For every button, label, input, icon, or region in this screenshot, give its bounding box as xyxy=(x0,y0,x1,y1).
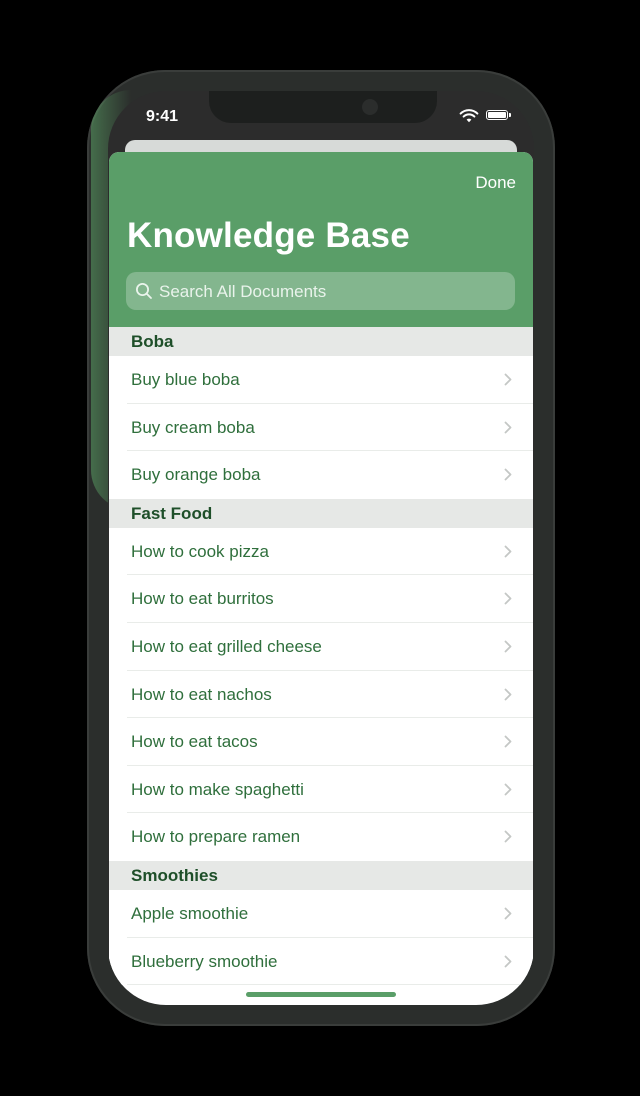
list-item[interactable]: Blueberry smoothie xyxy=(109,937,533,986)
notch xyxy=(209,91,437,123)
chevron-right-icon xyxy=(504,545,512,558)
chevron-right-icon xyxy=(504,830,512,843)
list-item[interactable]: How to eat nachos xyxy=(109,670,533,719)
list-item-label: How to eat burritos xyxy=(131,589,274,609)
list-item-label: Buy orange boba xyxy=(131,465,261,485)
list-item-label: How to prepare ramen xyxy=(131,827,301,847)
phone-frame: 9:41 Done Knowledge Base Search All Docu… xyxy=(87,70,555,1026)
list-item[interactable]: Apple smoothie xyxy=(109,889,533,938)
list-item-label: Apple smoothie xyxy=(131,903,249,923)
list-item[interactable]: How to eat grilled cheese xyxy=(109,622,533,671)
list-item[interactable]: How to eat tacos xyxy=(109,718,533,766)
search-placeholder: Search All Documents xyxy=(159,282,327,301)
list-item-label: How to eat tacos xyxy=(131,732,258,752)
page-title: Knowledge Base xyxy=(127,216,410,255)
list-item-label: How to eat grilled cheese xyxy=(131,636,322,656)
chevron-right-icon xyxy=(504,907,512,920)
chevron-right-icon xyxy=(504,955,512,967)
search-input[interactable]: Search All Documents xyxy=(126,272,515,310)
front-camera xyxy=(362,99,378,115)
chevron-right-icon xyxy=(504,688,512,700)
list-item-label: How to eat nachos xyxy=(131,684,272,704)
home-indicator[interactable] xyxy=(246,992,396,997)
list-item[interactable]: Buy blue boba xyxy=(109,356,533,404)
chevron-right-icon xyxy=(504,592,512,605)
status-time: 9:41 xyxy=(146,108,179,125)
screen: 9:41 Done Knowledge Base Search All Docu… xyxy=(108,91,534,1005)
list-item-label: How to cook pizza xyxy=(131,541,269,561)
list-item[interactable]: Buy orange boba xyxy=(109,451,533,499)
search-icon xyxy=(136,283,152,299)
section-header-boba: Boba xyxy=(109,327,533,356)
chevron-right-icon xyxy=(504,373,512,386)
section-header-fast-food: Fast Food xyxy=(109,498,533,528)
modal-sheet: Done Knowledge Base Search All Documents… xyxy=(109,152,533,1005)
section-header-smoothies: Smoothies xyxy=(109,860,533,890)
chevron-right-icon xyxy=(504,640,512,653)
battery-icon xyxy=(486,110,511,120)
status-bar: 9:41 xyxy=(108,91,534,143)
chevron-right-icon xyxy=(504,735,512,748)
list-item-label: Blueberry smoothie xyxy=(131,951,278,971)
row-separator xyxy=(127,984,533,986)
chevron-right-icon xyxy=(504,468,512,481)
list-item-label: Buy blue boba xyxy=(131,370,240,389)
chevron-right-icon xyxy=(504,783,512,796)
chevron-right-icon xyxy=(504,421,512,433)
wifi-icon xyxy=(459,109,479,123)
list-item[interactable]: How to make spaghetti xyxy=(109,765,533,814)
done-button[interactable]: Done xyxy=(475,173,516,193)
list-item-label: Buy cream boba xyxy=(131,417,255,437)
documents-list: Boba Buy blue boba Buy cream boba Buy or… xyxy=(109,327,533,986)
list-item[interactable]: How to eat burritos xyxy=(109,575,533,623)
list-item[interactable]: How to cook pizza xyxy=(109,527,533,576)
list-item-label: How to make spaghetti xyxy=(131,779,304,799)
list-item[interactable]: Buy cream boba xyxy=(109,403,533,452)
nav-header: Done Knowledge Base Search All Documents xyxy=(109,152,533,327)
list-item[interactable]: How to prepare ramen xyxy=(109,813,533,861)
